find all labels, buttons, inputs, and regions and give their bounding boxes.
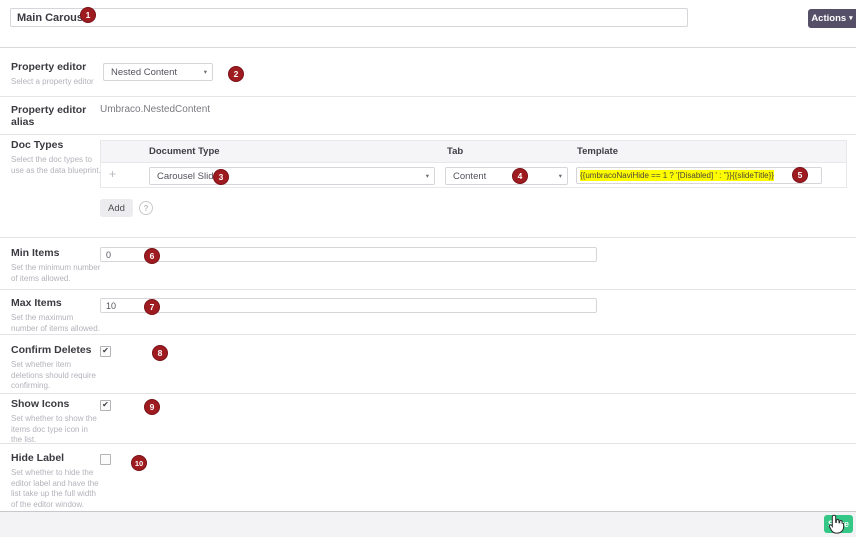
footer-bar bbox=[0, 511, 856, 537]
chevron-down-icon: ▾ bbox=[426, 172, 429, 180]
show-icons-label-text: Show Icons bbox=[11, 398, 69, 410]
header-divider bbox=[0, 47, 856, 48]
add-button-label: Add bbox=[108, 203, 125, 214]
min-items-label: Min Items Set the minimum number of item… bbox=[11, 247, 101, 284]
property-editor-alias-label: Property editor alias bbox=[11, 104, 101, 128]
document-type-select-value: Carousel Slide bbox=[157, 171, 219, 182]
show-icons-description: Set whether to show the items doc type i… bbox=[11, 414, 101, 446]
min-items-label-text: Min Items bbox=[11, 247, 59, 259]
name-input[interactable] bbox=[10, 8, 688, 27]
hide-label-label-text: Hide Label bbox=[11, 452, 64, 464]
max-items-description: Set the maximum number of items allowed. bbox=[11, 313, 101, 334]
property-editor-label-text: Property editor bbox=[11, 61, 86, 73]
column-header-tab: Tab bbox=[447, 146, 463, 157]
row-divider bbox=[0, 237, 856, 238]
max-items-input[interactable] bbox=[100, 298, 597, 313]
hide-label-label: Hide Label Set whether to hide the edito… bbox=[11, 452, 101, 510]
confirm-deletes-description: Set whether item deletions should requir… bbox=[11, 360, 101, 392]
show-icons-checkbox[interactable]: ✔ bbox=[100, 400, 111, 411]
column-header-document-type: Document Type bbox=[149, 146, 220, 157]
annotation-badge-8: 8 bbox=[152, 345, 168, 361]
checkmark-icon: ✔ bbox=[102, 347, 109, 355]
confirm-deletes-label-text: Confirm Deletes bbox=[11, 344, 92, 356]
chevron-down-icon: ▾ bbox=[849, 15, 853, 22]
document-type-select[interactable]: Carousel Slide ▾ bbox=[149, 167, 435, 185]
row-divider bbox=[0, 289, 856, 290]
annotation-badge-5: 5 bbox=[792, 167, 808, 183]
doc-types-label-text: Doc Types bbox=[11, 139, 63, 151]
help-icon[interactable]: ? bbox=[139, 201, 153, 215]
row-divider bbox=[0, 96, 856, 97]
doc-types-label: Doc Types Select the doc types to use as… bbox=[11, 139, 101, 176]
annotation-badge-7: 7 bbox=[144, 299, 160, 315]
annotation-badge-9: 9 bbox=[144, 399, 160, 415]
actions-button-label: Actions bbox=[811, 13, 846, 24]
min-items-description: Set the minimum number of items allowed. bbox=[11, 263, 101, 284]
template-input-value: {{umbracoNaviHide == 1 ? '[Disabled] ' :… bbox=[580, 170, 774, 181]
tab-select[interactable]: Content ▾ bbox=[445, 167, 568, 185]
column-header-template: Template bbox=[577, 146, 618, 157]
annotation-badge-6: 6 bbox=[144, 248, 160, 264]
chevron-down-icon: ▾ bbox=[559, 172, 562, 180]
doc-types-table-header: Document Type Tab Template bbox=[101, 141, 846, 163]
property-editor-alias-value: Umbraco.NestedContent bbox=[100, 104, 210, 115]
row-divider bbox=[0, 443, 856, 444]
doc-types-table: Document Type Tab Template + Carousel Sl… bbox=[100, 140, 847, 188]
question-mark-icon: ? bbox=[144, 204, 149, 213]
move-handle-icon[interactable]: + bbox=[109, 168, 116, 180]
hide-label-description: Set whether to hide the editor label and… bbox=[11, 468, 101, 510]
annotation-badge-2: 2 bbox=[228, 66, 244, 82]
min-items-input[interactable] bbox=[100, 247, 597, 262]
row-divider bbox=[0, 334, 856, 335]
template-input[interactable]: {{umbracoNaviHide == 1 ? '[Disabled] ' :… bbox=[576, 167, 822, 184]
max-items-label-text: Max Items bbox=[11, 297, 62, 309]
property-editor-label: Property editor Select a property editor bbox=[11, 61, 101, 88]
property-editor-select[interactable]: Nested Content ▾ bbox=[103, 63, 213, 81]
property-editor-alias-label-text: Property editor alias bbox=[11, 104, 86, 128]
actions-button[interactable]: Actions ▾ bbox=[808, 9, 856, 28]
property-editor-description: Select a property editor bbox=[11, 77, 101, 88]
annotation-badge-3: 3 bbox=[213, 169, 229, 185]
max-items-label: Max Items Set the maximum number of item… bbox=[11, 297, 101, 334]
row-divider bbox=[0, 393, 856, 394]
property-editor-select-value: Nested Content bbox=[111, 67, 177, 78]
annotation-badge-10: 10 bbox=[131, 455, 147, 471]
row-divider bbox=[0, 134, 856, 135]
annotation-badge-1: 1 bbox=[80, 7, 96, 23]
tab-select-value: Content bbox=[453, 171, 486, 182]
chevron-down-icon: ▾ bbox=[204, 68, 207, 76]
confirm-deletes-label: Confirm Deletes Set whether item deletio… bbox=[11, 344, 101, 392]
doc-types-description: Select the doc types to use as the data … bbox=[11, 155, 101, 176]
hide-label-checkbox[interactable] bbox=[100, 454, 111, 465]
mouse-cursor-hand-icon bbox=[828, 514, 845, 534]
checkmark-icon: ✔ bbox=[102, 401, 109, 409]
add-doc-type-button[interactable]: Add bbox=[100, 199, 133, 217]
show-icons-label: Show Icons Set whether to show the items… bbox=[11, 398, 101, 446]
confirm-deletes-checkbox[interactable]: ✔ bbox=[100, 346, 111, 357]
annotation-badge-4: 4 bbox=[512, 168, 528, 184]
